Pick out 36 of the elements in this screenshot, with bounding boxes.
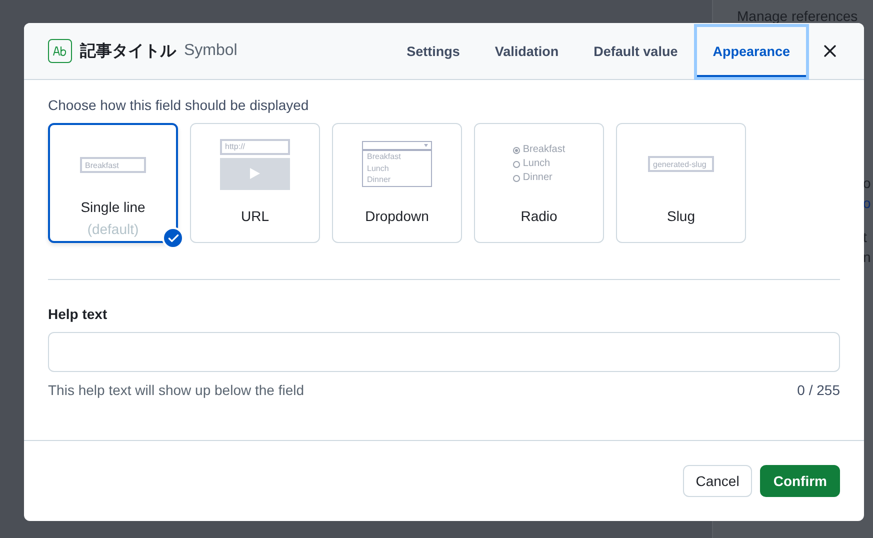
- tab[interactable]: Settings: [390, 27, 476, 77]
- text-field-icon: [48, 39, 72, 63]
- help-text-input[interactable]: [48, 332, 840, 372]
- url-input-preview: http://: [220, 138, 290, 154]
- field-name: 記事タイトル: [80, 40, 176, 62]
- option-label: Slug: [666, 208, 696, 224]
- caret-icon: [424, 144, 428, 148]
- appearance-option[interactable]: http:// URL: [190, 123, 320, 243]
- field-type: Symbol: [184, 42, 238, 60]
- dropdown-option: Lunch: [363, 162, 431, 174]
- dropdown-option: Breakfast: [363, 151, 431, 163]
- radio-label: Lunch: [522, 157, 550, 171]
- radio-label: Dinner: [522, 171, 552, 185]
- checkmark-icon: [162, 227, 184, 249]
- option-label: Radio: [520, 208, 558, 224]
- play-icon: [250, 168, 260, 179]
- tab[interactable]: Default value: [578, 27, 694, 77]
- section-prompt: Choose how this field should be displayed: [48, 97, 310, 113]
- option-label: URL: [240, 208, 269, 224]
- option-note: (default): [87, 221, 139, 237]
- radio-label: Breakfast: [522, 143, 566, 157]
- option-label: Single line: [80, 199, 146, 215]
- tab[interactable]: Appearance: [696, 27, 806, 77]
- text-input-preview: Breakfast: [80, 157, 146, 173]
- slug-input-preview: generated-slug: [648, 156, 714, 172]
- confirm-button[interactable]: Confirm: [760, 465, 840, 497]
- cancel-button[interactable]: Cancel: [682, 465, 752, 497]
- appearance-option[interactable]: generated-slug Slug: [616, 123, 746, 243]
- field-label: Help text: [48, 306, 108, 322]
- option-label: Dropdown: [365, 208, 429, 224]
- character-counter: 0 / 255: [797, 382, 840, 398]
- dropdown-option: Dinner: [363, 174, 431, 186]
- appearance-option[interactable]: Breakfast Lunch Dinner Dropdown: [332, 123, 462, 243]
- appearance-option[interactable]: Breakfast Lunch Dinner Radio: [474, 123, 604, 243]
- help-hint: This help text will show up below the field: [48, 382, 304, 398]
- tab[interactable]: Validation: [478, 27, 575, 77]
